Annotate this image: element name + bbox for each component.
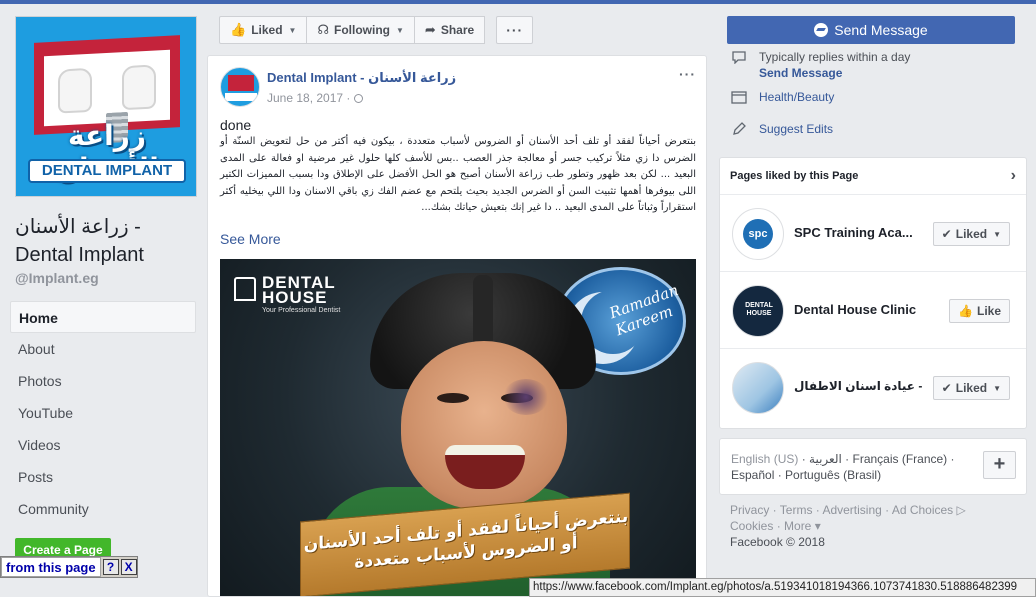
- pages-liked-title[interactable]: Pages liked by this Page: [730, 170, 858, 182]
- liked-page-item: spc SPC Training Aca... ✔ Liked ▼: [720, 194, 1026, 271]
- dental-house-avatar[interactable]: DENTAL HOUSE: [732, 285, 784, 337]
- banner-text: بنتعرض أحياناً لفقد أو تلف أحد الأسنان أ…: [303, 506, 629, 573]
- rss-icon: ☊: [317, 22, 329, 37]
- house-icon: [234, 277, 256, 301]
- following-button[interactable]: ☊ Following ▼: [306, 16, 415, 44]
- tooth-icon: [58, 67, 92, 114]
- footer-links-2[interactable]: Cookies · More ▾: [730, 518, 1020, 534]
- response-time: Typically replies within a day: [759, 50, 911, 64]
- language-list: English (US) · العربية · Français (Franc…: [731, 451, 981, 483]
- logo-title: DENTAL HOUSE: [262, 273, 336, 307]
- more-options-button[interactable]: ···: [496, 16, 534, 44]
- liked-button[interactable]: 👍 Liked ▼: [219, 16, 308, 44]
- post-body-text: بنتعرض أحياناً لفقد أو تلف أحد الأسنان أ…: [220, 136, 696, 213]
- page-action-bar: 👍 Liked ▼ ☊ Following ▼ ➦ Share ···: [219, 16, 534, 44]
- help-icon[interactable]: ?: [102, 559, 119, 575]
- post-avatar[interactable]: [220, 67, 260, 107]
- about-info: Typically replies within a day Send Mess…: [719, 50, 1027, 146]
- pages-liked-card: Pages liked by this Page › spc SPC Train…: [719, 157, 1027, 429]
- nav-item-community[interactable]: Community: [10, 493, 196, 525]
- share-button[interactable]: ➦ Share: [413, 16, 486, 44]
- caret-down-icon: ▼: [993, 229, 1001, 239]
- post-options-button[interactable]: ···: [679, 66, 696, 82]
- caret-down-icon: ▼: [396, 25, 404, 35]
- thumbs-up-icon: 👍: [230, 22, 247, 37]
- footer-links[interactable]: Privacy · Terms · Advertising · Ad Choic…: [730, 502, 1020, 518]
- nav-item-home[interactable]: Home: [10, 301, 196, 333]
- player-face: [401, 341, 567, 509]
- page-title[interactable]: زراعة الأسنان - Dental Implant: [15, 213, 203, 269]
- left-column: زراعة الأسنان DENTAL IMPLANT زراعة الأسن…: [0, 4, 207, 597]
- footer: Privacy · Terms · Advertising · Ad Choic…: [730, 502, 1020, 550]
- pencil-icon: [731, 122, 747, 136]
- liked-page-name[interactable]: عيادة اسنان الاطفال - ...inic: [794, 379, 924, 393]
- nav-item-videos[interactable]: Videos: [10, 429, 196, 461]
- kids-clinic-avatar[interactable]: [732, 362, 784, 414]
- extension-text[interactable]: from this page: [1, 557, 101, 577]
- share-arrow-icon: ➦: [424, 22, 436, 37]
- send-message-link[interactable]: Send Message: [759, 66, 842, 80]
- share-label: Share: [440, 23, 475, 37]
- like-page-button[interactable]: 👍 Like: [949, 299, 1010, 323]
- language-links[interactable]: Español · Português (Brasil): [731, 467, 981, 483]
- post-card: Dental Implant - زراعة الأسنان June 18, …: [207, 55, 707, 597]
- suggest-edits-link[interactable]: Suggest Edits: [759, 122, 833, 136]
- send-message-button[interactable]: Send Message: [727, 16, 1015, 44]
- liked-page-name[interactable]: SPC Training Aca...: [794, 225, 924, 240]
- post-first-line: done: [220, 117, 252, 133]
- see-more-link[interactable]: See More: [220, 231, 281, 247]
- thumbs-up-icon: 👍: [958, 304, 973, 318]
- nav-item-about[interactable]: About: [10, 333, 196, 365]
- language-card: English (US) · العربية · Français (Franc…: [719, 438, 1027, 495]
- page-handle[interactable]: @Implant.eg: [15, 270, 99, 286]
- post-author[interactable]: Dental Implant - زراعة الأسنان: [267, 70, 456, 86]
- caret-down-icon: ▼: [288, 25, 297, 35]
- globe-icon: [354, 94, 364, 104]
- copyright: Facebook © 2018: [730, 535, 825, 549]
- chevron-right-icon[interactable]: ›: [1011, 167, 1016, 185]
- logo-subtitle: Your Professional Dentist: [262, 307, 341, 314]
- category-link[interactable]: Health/Beauty: [759, 90, 834, 104]
- nav-item-posts[interactable]: Posts: [10, 461, 196, 493]
- liked-label: Liked: [251, 23, 283, 37]
- profile-text-english: DENTAL IMPLANT: [28, 159, 186, 183]
- check-icon: ✔: [941, 227, 952, 241]
- add-language-button[interactable]: +: [983, 451, 1016, 479]
- category-icon: [731, 90, 747, 104]
- language-links[interactable]: · العربية · Français (France) ·: [798, 452, 955, 466]
- extension-toolbar: from this page ? X: [0, 556, 138, 578]
- messenger-icon: [814, 23, 829, 37]
- liked-page-item: عيادة اسنان الاطفال - ...inic ✔ Liked ▼: [720, 348, 1026, 425]
- liked-page-button[interactable]: ✔ Liked ▼: [932, 376, 1010, 400]
- chat-bubble-icon: [731, 50, 747, 65]
- tooth-icon: [122, 64, 156, 111]
- nav-item-youtube[interactable]: YouTube: [10, 397, 196, 429]
- current-language: English (US): [731, 452, 799, 466]
- caret-down-icon: ▼: [993, 383, 1001, 393]
- mouth: [445, 445, 525, 489]
- badge-text: Ramadan Kareem: [607, 280, 681, 340]
- post-date[interactable]: June 18, 2017 ·: [267, 91, 364, 105]
- spc-avatar[interactable]: spc: [732, 208, 784, 260]
- liked-page-item: DENTAL HOUSE Dental House Clinic 👍 Like: [720, 271, 1026, 348]
- close-icon[interactable]: X: [120, 559, 137, 575]
- liked-page-button[interactable]: ✔ Liked ▼: [932, 222, 1010, 246]
- post-image[interactable]: DENTAL HOUSE Your Professional Dentist R…: [220, 259, 696, 596]
- following-label: Following: [334, 23, 390, 37]
- post-date-text: June 18, 2017 ·: [267, 91, 351, 105]
- page-nav: Home About Photos YouTube Videos Posts C…: [10, 301, 196, 525]
- status-bar-url: https://www.facebook.com/Implant.eg/phot…: [529, 578, 1036, 597]
- send-message-label: Send Message: [834, 22, 928, 38]
- liked-page-name[interactable]: Dental House Clinic: [794, 302, 924, 317]
- profile-picture[interactable]: زراعة الأسنان DENTAL IMPLANT: [15, 16, 197, 197]
- nav-item-photos[interactable]: Photos: [10, 365, 196, 397]
- check-icon: ✔: [941, 381, 952, 395]
